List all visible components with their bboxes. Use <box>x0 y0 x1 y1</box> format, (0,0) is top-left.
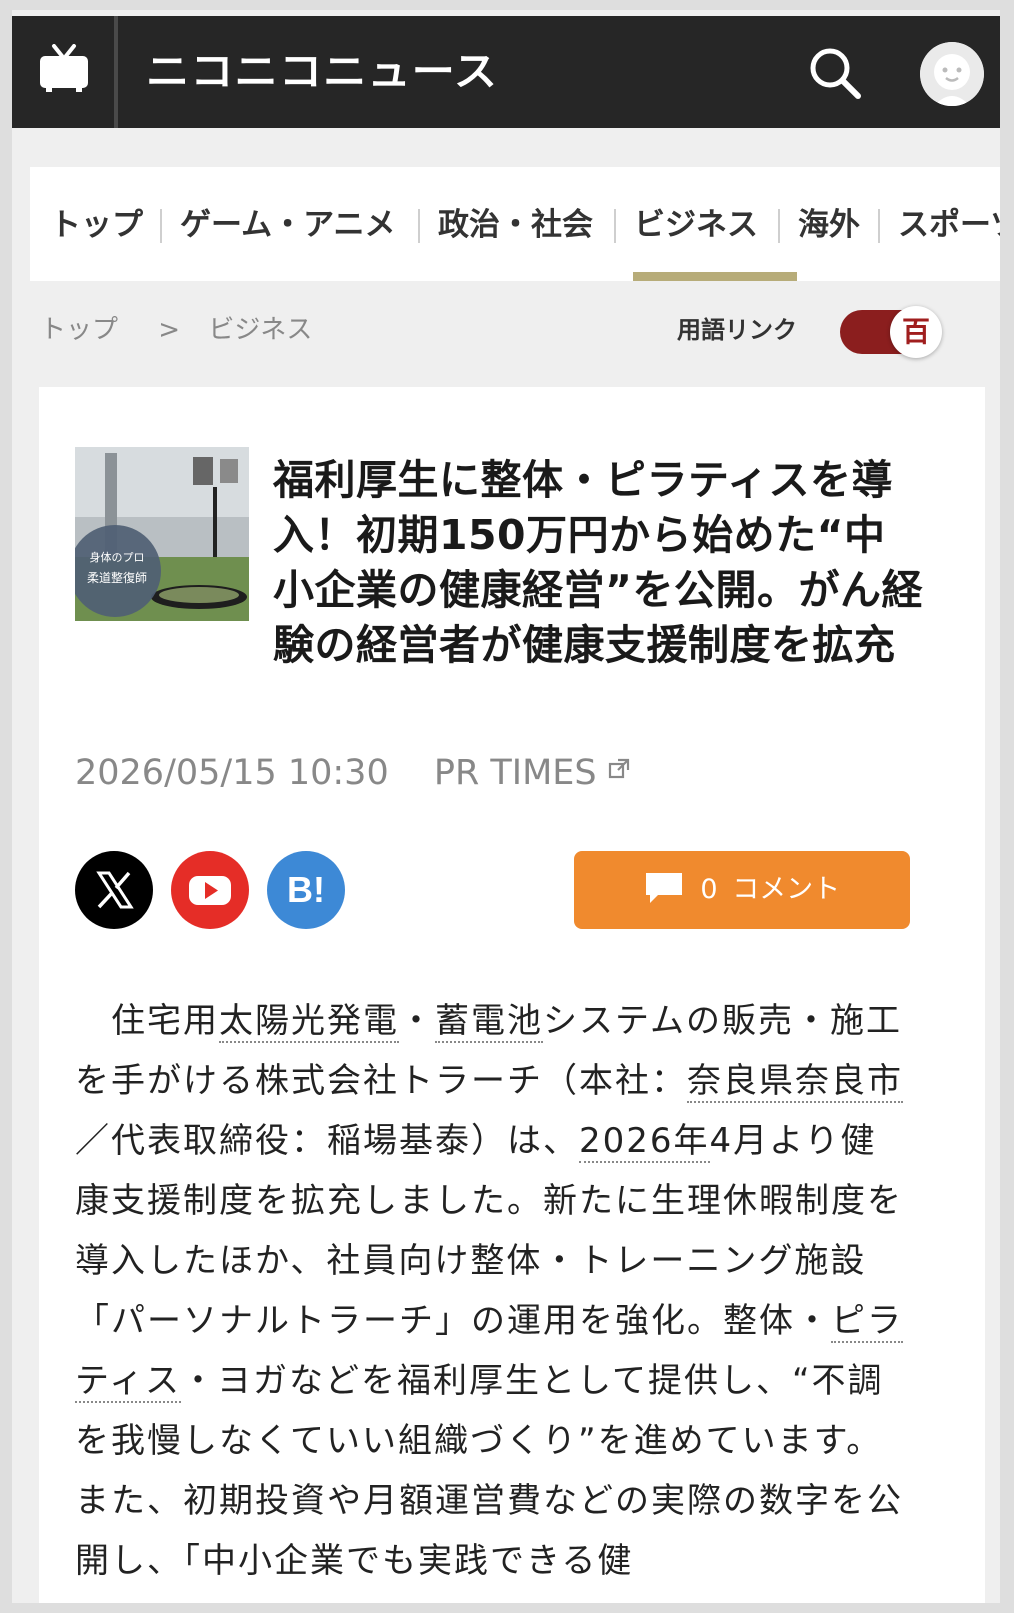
tv-icon <box>40 44 88 92</box>
nav-divider <box>160 209 162 243</box>
term-link-label: 用語リンク <box>677 316 797 344</box>
app-frame: ニコニコニュース トップ ゲーム・アニメ 政治・社会 ビジネス 海外 スポー ト… <box>12 10 1000 1603</box>
nav-tab-sports[interactable]: スポーツ <box>898 203 1000 247</box>
user-avatar-icon <box>920 42 984 106</box>
site-logo[interactable]: ニコニコニュース <box>146 44 498 100</box>
breadcrumb-separator: > <box>158 315 181 345</box>
nav-tab-top[interactable]: トップ <box>50 203 143 247</box>
term-link-nara[interactable]: 奈良県奈良市 <box>687 1061 903 1103</box>
comment-bubble-icon <box>645 872 682 903</box>
article-date: 2026/05/15 10:30 <box>75 753 389 793</box>
youtube-icon <box>189 876 231 905</box>
nav-divider <box>418 209 420 243</box>
body-text-segment: 住宅用 <box>111 1001 219 1041</box>
home-button[interactable] <box>12 16 118 128</box>
comment-button[interactable]: 0 コメント <box>574 851 910 929</box>
nav-tab-politics-society[interactable]: 政治・社会 <box>438 203 593 247</box>
nav-tab-game-anime[interactable]: ゲーム・アニメ <box>180 203 395 247</box>
thumbnail-caption-2: 柔道整復師 <box>86 571 147 585</box>
nav-active-indicator <box>633 272 797 281</box>
body-text-segment: ・ヨガなどを福利厚生として提供し、“不調を我慢しなくていい組織づくり”を進めてい… <box>75 1361 903 1581</box>
article-meta: 2026/05/15 10:30 PR TIMES <box>75 749 630 797</box>
nav-tab-business[interactable]: ビジネス <box>634 203 758 247</box>
hatena-bookmark-icon: B! <box>287 869 325 910</box>
body-text-segment: ／代表取締役：稲場基泰）は、 <box>75 1121 579 1161</box>
nav-divider <box>614 209 616 243</box>
search-button[interactable] <box>808 46 864 102</box>
term-link-solar[interactable]: 太陽光発電 <box>219 1001 399 1043</box>
article-card: 身体のプロ 柔道整復師 福利厚生に整体・ピラティスを導入！初期150万円から始め… <box>39 387 985 1603</box>
share-x-button[interactable] <box>75 851 153 929</box>
top-header: ニコニコニュース <box>12 16 1000 128</box>
user-avatar[interactable] <box>920 42 984 106</box>
thumbnail-caption-1: 身体のプロ <box>89 551 145 564</box>
article-source: PR TIMES <box>433 753 597 793</box>
nav-tab-overseas[interactable]: 海外 <box>798 203 860 247</box>
comment-label: コメント <box>732 874 841 905</box>
breadcrumb-top[interactable]: トップ <box>40 315 118 345</box>
x-icon <box>96 871 134 909</box>
dictionary-icon: 百 <box>890 306 942 358</box>
term-link-2026[interactable]: 2026年 <box>579 1121 710 1163</box>
article-source-link[interactable]: PR TIMES <box>434 753 630 793</box>
breadcrumb-business[interactable]: ビジネス <box>208 315 312 345</box>
article-body: 住宅用太陽光発電・蓄電池システムの販売・施工を手がける株式会社トラーチ（本社：奈… <box>75 991 905 1591</box>
nav-divider <box>778 209 780 243</box>
category-nav: トップ ゲーム・アニメ 政治・社会 ビジネス 海外 スポーツ <box>30 167 1000 281</box>
search-icon <box>810 48 861 99</box>
term-link-battery[interactable]: 蓄電池 <box>435 1001 543 1043</box>
comment-count: 0 <box>700 874 718 905</box>
article-title: 福利厚生に整体・ピラティスを導入！初期150万円から始めた“中小企業の健康経営”… <box>273 456 923 669</box>
share-hatena-button[interactable]: B! <box>267 851 345 929</box>
share-youtube-button[interactable] <box>171 851 249 929</box>
body-text-segment: ・ <box>399 1001 435 1041</box>
article-thumbnail[interactable]: 身体のプロ 柔道整復師 <box>75 447 249 621</box>
breadcrumb: トップ > ビジネス <box>40 310 324 350</box>
nav-divider <box>878 209 880 243</box>
external-link-icon <box>608 758 629 779</box>
term-link-toggle[interactable]: 百 <box>840 306 942 358</box>
thumbnail-image <box>75 447 249 621</box>
